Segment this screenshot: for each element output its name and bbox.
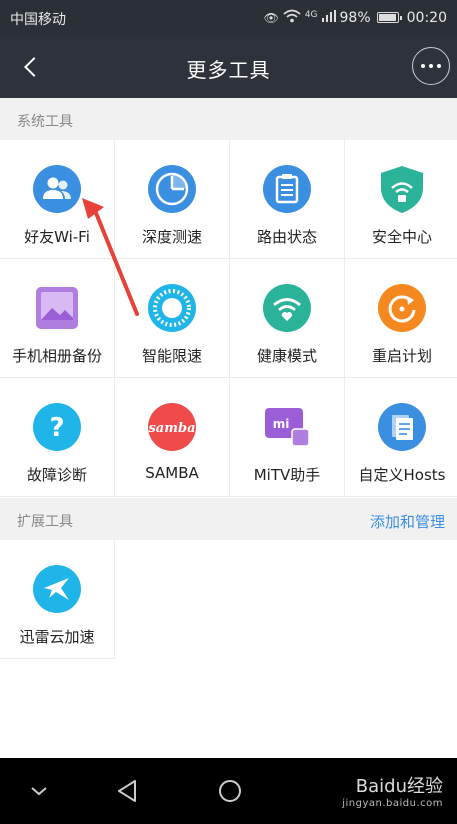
baidu-watermark: Baidu经验 jingyan.baidu.com [342,772,443,809]
wifi-icon [283,9,301,26]
watermark-url: jingyan.baidu.com [342,798,443,809]
tool-label: 自定义Hosts [358,466,446,484]
tool-label: 重启计划 [371,347,432,365]
svg-text:mi: mi [273,417,290,431]
section-title: 扩展工具 [17,514,73,530]
tool-router-status[interactable]: 路由状态 [230,140,345,259]
signal-icon [321,10,336,25]
tool-label: SAMBA [145,464,199,482]
health-mode-icon [262,283,312,333]
hide-nav-button[interactable] [10,758,70,824]
tool-security-center[interactable]: 安全中心 [345,140,457,259]
tool-smart-speed-limit[interactable]: 智能限速 [115,259,230,378]
page-title: 更多工具 [186,58,271,82]
friends-wifi-icon [32,164,82,214]
tool-photo-backup[interactable]: 手机相册备份 [0,259,115,378]
tool-health-mode[interactable]: 健康模式 [230,259,345,378]
tool-label: 路由状态 [256,228,317,246]
tool-speed-test[interactable]: 深度测速 [115,140,230,259]
svg-text:samba: samba [148,421,195,436]
svg-text:?: ? [49,413,64,443]
system-navigation-bar: Baidu经验 jingyan.baidu.com [0,758,457,824]
smart-speed-limit-icon [147,283,197,333]
hosts-icon [377,402,427,452]
tool-label: 深度测速 [141,228,202,246]
home-nav-button[interactable] [200,758,260,824]
security-shield-icon [377,164,427,214]
samba-icon: samba [147,402,197,452]
section-header-extended: 扩展工具 添加和管理 [0,498,457,540]
eye-icon: 👁 [263,10,279,25]
watermark-brand: Baidu经验 [355,776,443,797]
tool-label: 手机相册备份 [11,347,102,365]
xunlei-icon [32,564,82,614]
tool-custom-hosts[interactable]: 自定义Hosts [345,378,457,497]
tool-mitv-assistant[interactable]: mi MiTV助手 [230,378,345,497]
tool-label: 健康模式 [256,347,317,365]
tool-label: MiTV助手 [253,466,321,484]
tool-label: 故障诊断 [26,466,87,484]
photo-backup-icon [32,283,82,333]
tool-label: 好友Wi-Fi [24,228,90,246]
back-nav-button[interactable] [98,758,158,824]
section-title: 系统工具 [17,114,73,130]
header-bar: 更多工具 [0,36,457,98]
tool-samba[interactable]: samba SAMBA [115,378,230,497]
battery-icon [376,12,402,23]
reboot-plan-icon [377,283,427,333]
status-icons: 👁 4G 98% 00:20 [264,9,447,26]
add-manage-link[interactable]: 添加和管理 [370,511,445,532]
tool-label: 安全中心 [371,228,432,246]
speed-test-icon [147,164,197,214]
tool-label: 智能限速 [141,347,202,365]
tool-reboot-plan[interactable]: 重启计划 [345,259,457,378]
carrier-name: 中国移动 [10,12,66,28]
router-status-icon [262,164,312,214]
tool-label: 迅雷云加速 [19,628,95,646]
tool-diagnose[interactable]: ? 故障诊断 [0,378,115,497]
battery-percent: 98% [339,9,371,26]
section-header-system: 系统工具 [0,98,457,140]
status-bar: 中国移动 👁 4G 98% 00:20 [0,0,457,36]
more-options-button[interactable] [412,47,450,85]
diagnose-icon: ? [32,402,82,452]
mitv-icon: mi [262,402,312,452]
network-type: 4G [304,9,318,20]
clock: 00:20 [406,9,447,26]
tool-friend-wifi[interactable]: 好友Wi-Fi [0,140,115,259]
tool-xunlei-acceleration[interactable]: 迅雷云加速 [0,540,115,659]
